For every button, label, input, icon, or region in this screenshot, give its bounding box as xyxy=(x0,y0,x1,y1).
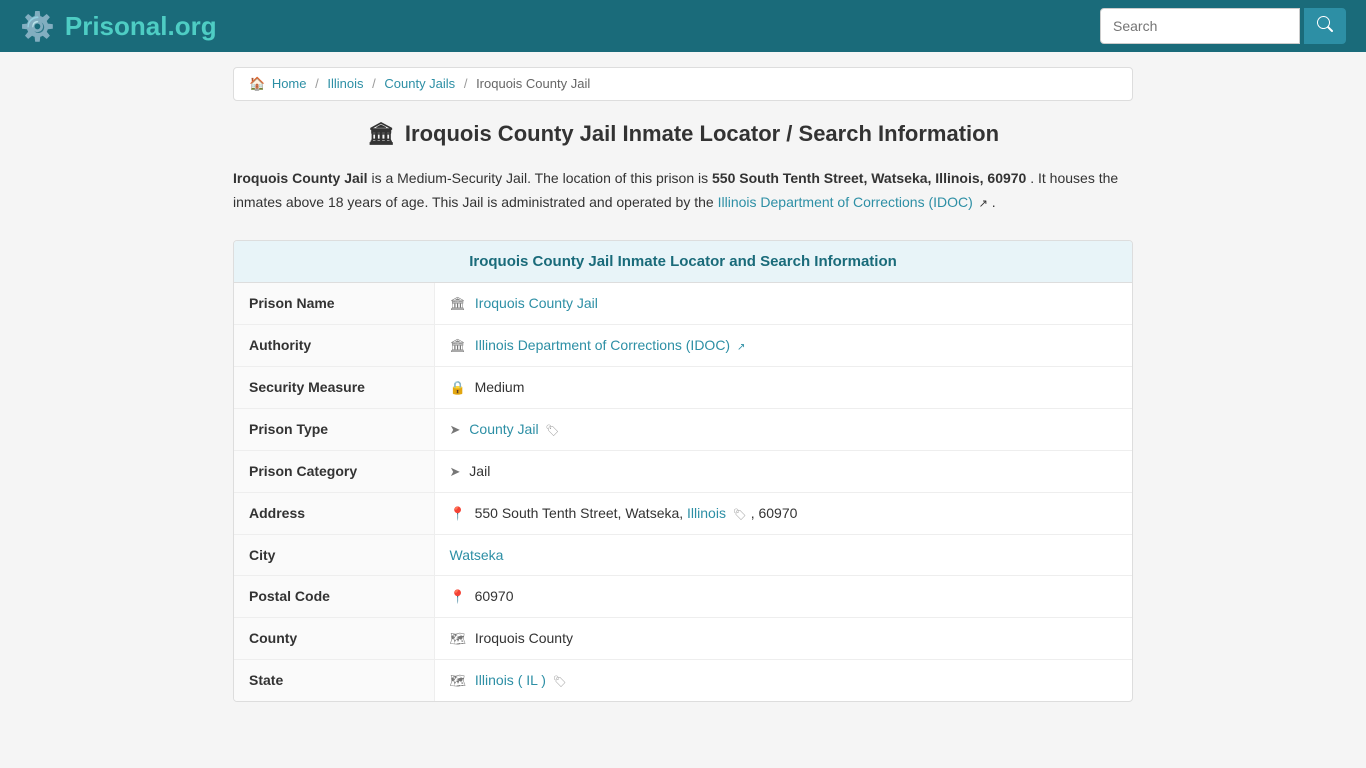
table-row: Prison Name 🏛 Iroquois County Jail xyxy=(234,283,1132,325)
row-label: City xyxy=(234,534,434,575)
type-icon: ➤ xyxy=(450,422,461,437)
authority-link[interactable]: Illinois Department of Corrections (IDOC… xyxy=(475,337,730,353)
search-icon xyxy=(1317,16,1333,32)
prison-name-bold: Iroquois County Jail xyxy=(233,170,368,186)
breadcrumb: 🏠 Home / Illinois / County Jails / Iroqu… xyxy=(233,67,1133,101)
tag-icon: 🏷 xyxy=(545,425,559,437)
row-value: 🏛 Iroquois County Jail xyxy=(434,283,1132,325)
category-icon: ➤ xyxy=(450,464,461,479)
table-row: Prison Category ➤ Jail xyxy=(234,450,1132,492)
breadcrumb-current: Iroquois County Jail xyxy=(476,76,590,91)
city-link[interactable]: Watseka xyxy=(450,547,504,563)
county-value: Iroquois County xyxy=(475,630,573,646)
state-full-link[interactable]: Illinois ( IL ) xyxy=(475,672,546,688)
row-label: County xyxy=(234,617,434,659)
logo-icon: ⚙️ xyxy=(20,10,55,43)
row-value: ➤ Jail xyxy=(434,450,1132,492)
postal-value: 60970 xyxy=(475,588,514,604)
postal-icon: 📍 xyxy=(450,589,466,604)
state-icon: 🗺 xyxy=(450,673,467,688)
main-content: 🏠 Home / Illinois / County Jails / Iroqu… xyxy=(223,52,1143,717)
prison-icon: 🏛 xyxy=(450,296,467,311)
row-label: Address xyxy=(234,492,434,534)
table-row: Prison Type ➤ County Jail 🏷 xyxy=(234,408,1132,450)
logo-area: ⚙️ Prisonal.org xyxy=(20,10,217,43)
site-header: ⚙️ Prisonal.org xyxy=(0,0,1366,52)
row-label: State xyxy=(234,659,434,701)
info-card: Iroquois County Jail Inmate Locator and … xyxy=(233,240,1133,702)
row-label: Authority xyxy=(234,324,434,366)
table-row: City Watseka xyxy=(234,534,1132,575)
site-logo[interactable]: Prisonal.org xyxy=(65,11,217,42)
state-link[interactable]: Illinois xyxy=(687,505,726,521)
security-value: Medium xyxy=(475,379,525,395)
table-row: Address 📍 550 South Tenth Street, Watsek… xyxy=(234,492,1132,534)
pin-icon: 📍 xyxy=(450,506,466,521)
table-row: State 🗺 Illinois ( IL ) 🏷 xyxy=(234,659,1132,701)
table-row: Security Measure 🔒 Medium xyxy=(234,366,1132,408)
row-label: Prison Name xyxy=(234,283,434,325)
card-header: Iroquois County Jail Inmate Locator and … xyxy=(234,241,1132,283)
breadcrumb-illinois[interactable]: Illinois xyxy=(327,76,363,91)
table-row: County 🗺 Iroquois County xyxy=(234,617,1132,659)
ext-icon: ↗ xyxy=(737,342,745,353)
tag-icon-2: 🏷 xyxy=(733,509,747,521)
row-value: 🏛 Illinois Department of Corrections (ID… xyxy=(434,324,1132,366)
row-value: 🔒 Medium xyxy=(434,366,1132,408)
page-title-icon: 🏛 xyxy=(367,121,395,147)
logo-domain: .org xyxy=(167,11,216,41)
county-icon: 🗺 xyxy=(450,631,467,646)
breadcrumb-home[interactable]: Home xyxy=(272,76,307,91)
logo-name: Prisonal xyxy=(65,11,168,41)
breadcrumb-county-jails[interactable]: County Jails xyxy=(384,76,455,91)
row-value: 🗺 Iroquois County xyxy=(434,617,1132,659)
row-value: ➤ County Jail 🏷 xyxy=(434,408,1132,450)
lock-icon: 🔒 xyxy=(450,380,466,395)
table-row: Authority 🏛 Illinois Department of Corre… xyxy=(234,324,1132,366)
description-paragraph: Iroquois County Jail is a Medium-Securit… xyxy=(233,167,1133,215)
row-label: Prison Type xyxy=(234,408,434,450)
idoc-link[interactable]: Illinois Department of Corrections (IDOC… xyxy=(718,194,973,210)
search-button[interactable] xyxy=(1304,8,1346,44)
home-icon: 🏠 xyxy=(249,76,265,91)
info-table: Prison Name 🏛 Iroquois County Jail Autho… xyxy=(234,283,1132,701)
zip-text: , 60970 xyxy=(751,505,798,521)
search-input[interactable] xyxy=(1100,8,1300,44)
row-value: Watseka xyxy=(434,534,1132,575)
page-title: 🏛 Iroquois County Jail Inmate Locator / … xyxy=(233,121,1133,147)
row-value: 📍 550 South Tenth Street, Watseka, Illin… xyxy=(434,492,1132,534)
address-text: 550 South Tenth Street, Watseka, xyxy=(475,505,687,521)
table-row: Postal Code 📍 60970 xyxy=(234,575,1132,617)
prison-name-link[interactable]: Iroquois County Jail xyxy=(475,295,598,311)
row-label: Prison Category xyxy=(234,450,434,492)
authority-icon: 🏛 xyxy=(450,338,467,353)
row-value: 📍 60970 xyxy=(434,575,1132,617)
row-label: Postal Code xyxy=(234,575,434,617)
search-area xyxy=(1100,8,1346,44)
row-label: Security Measure xyxy=(234,366,434,408)
tag-icon-3: 🏷 xyxy=(553,676,567,688)
category-value: Jail xyxy=(469,463,490,479)
row-value: 🗺 Illinois ( IL ) 🏷 xyxy=(434,659,1132,701)
prison-type-link[interactable]: County Jail xyxy=(469,421,538,437)
address-bold: 550 South Tenth Street, Watseka, Illinoi… xyxy=(712,170,1026,186)
ext-icon-desc: ↗ xyxy=(979,198,988,210)
